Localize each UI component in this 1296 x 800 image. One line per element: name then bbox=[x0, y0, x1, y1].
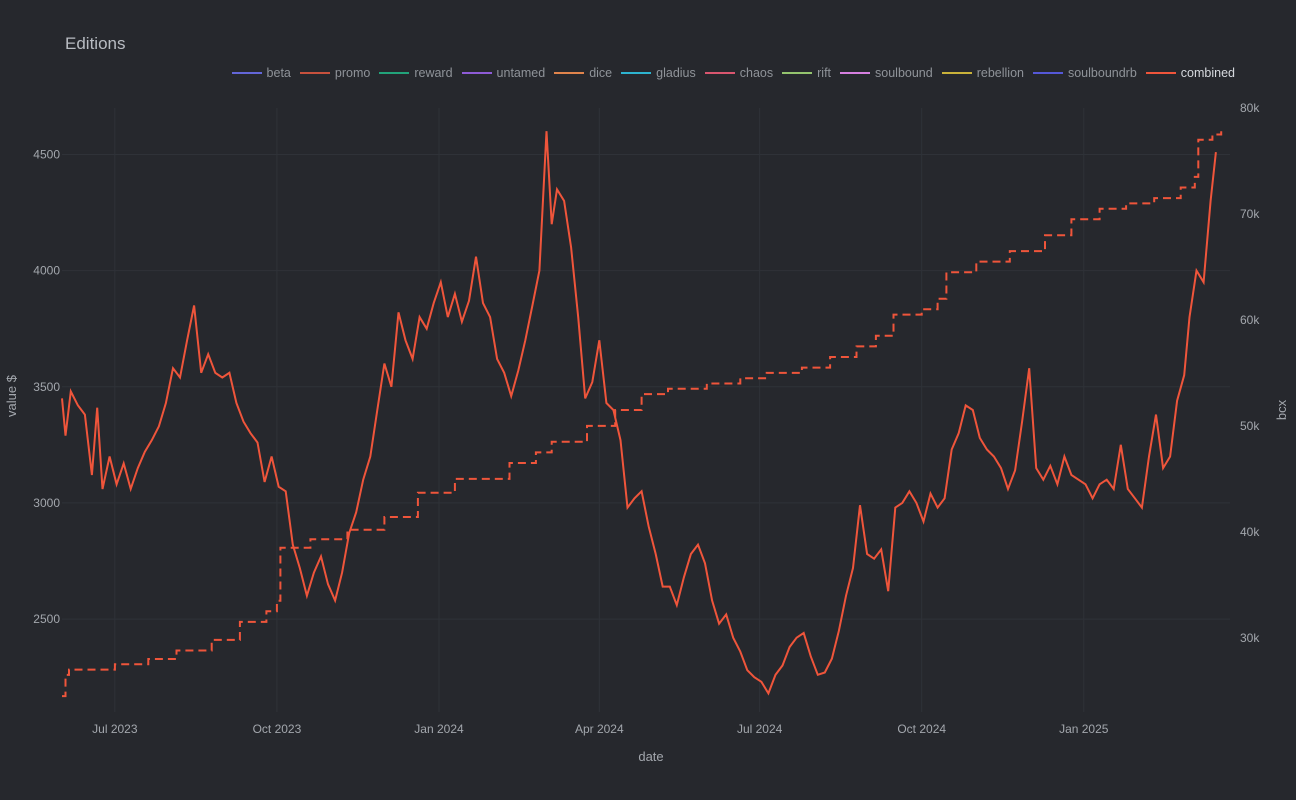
series-line-combined-bcx bbox=[62, 129, 1223, 698]
x-axis-title: date bbox=[638, 749, 663, 764]
legend-item-rift[interactable]: rift bbox=[782, 66, 831, 80]
legend-item-combined[interactable]: combined bbox=[1145, 66, 1235, 80]
legend-swatch bbox=[704, 72, 735, 74]
legend-item-untamed[interactable]: untamed bbox=[461, 66, 546, 80]
x-tick-label: Jan 2024 bbox=[414, 722, 464, 736]
y-tick-label: 4000 bbox=[33, 264, 60, 278]
legend-label: combined bbox=[1180, 66, 1235, 80]
x-tick-label: Jul 2023 bbox=[92, 722, 138, 736]
legend-label: reward bbox=[414, 66, 453, 80]
legend-swatch bbox=[231, 72, 262, 74]
y2-tick-label: 40k bbox=[1240, 525, 1260, 539]
x-tick-label: Jan 2025 bbox=[1059, 722, 1109, 736]
x-tick-label: Apr 2024 bbox=[575, 722, 624, 736]
legend-label: beta bbox=[266, 66, 291, 80]
y-tick-label: 3000 bbox=[33, 496, 60, 510]
series-layer bbox=[61, 129, 1223, 698]
chart-root: 2500 3000 3500 4000 4500 30k 40k 50k 60k 70k 80k Ju… bbox=[0, 0, 1296, 800]
legend-item-reward[interactable]: reward bbox=[379, 66, 453, 80]
y2-tick-label: 30k bbox=[1240, 631, 1260, 645]
chart-canvas: 2500 3000 3500 4000 4500 30k 40k 50k 60k 70k 80k Ju… bbox=[4, 101, 1289, 764]
legend-swatch bbox=[1032, 72, 1063, 74]
legend-swatch bbox=[782, 72, 813, 74]
legend-item-rebellion[interactable]: rebellion bbox=[941, 66, 1024, 80]
legend-label: gladius bbox=[656, 66, 696, 80]
y2-tick-label: 70k bbox=[1240, 207, 1260, 221]
y2-tick-label: 60k bbox=[1240, 313, 1260, 327]
legend-label: promo bbox=[334, 66, 371, 80]
legend-label: dice bbox=[589, 66, 613, 80]
legend-item-beta[interactable]: beta bbox=[231, 66, 291, 80]
y-tick-label: 2500 bbox=[33, 612, 60, 626]
legend-swatch bbox=[554, 72, 585, 74]
y-axis-title: value $ bbox=[4, 374, 19, 417]
legend-swatch bbox=[379, 72, 410, 74]
legend-label: untamed bbox=[496, 66, 546, 80]
legend-label: rift bbox=[817, 66, 832, 80]
y2-tick-label: 50k bbox=[1240, 419, 1260, 433]
series-line-combined-value bbox=[61, 131, 1217, 696]
y2-axis-title: bcx bbox=[1274, 399, 1289, 420]
y-tick-label: 3500 bbox=[33, 380, 60, 394]
legend-item-soulbound[interactable]: soulbound bbox=[840, 66, 933, 80]
y2-tick-label: 80k bbox=[1240, 101, 1260, 115]
legend-swatch bbox=[461, 72, 492, 74]
legend-label: chaos bbox=[739, 66, 774, 80]
legend-swatch bbox=[840, 72, 871, 74]
chart-title: Editions bbox=[65, 34, 126, 53]
x-tick-label: Oct 2023 bbox=[253, 722, 302, 736]
legend-swatch bbox=[621, 72, 652, 74]
legend-item-soulboundrb[interactable]: soulboundrb bbox=[1032, 66, 1137, 80]
legend-swatch bbox=[299, 72, 330, 74]
legend-item-chaos[interactable]: chaos bbox=[704, 66, 774, 80]
legend: beta promo reward untamed dice gladius chaos ri… bbox=[231, 66, 1235, 80]
grid bbox=[62, 108, 1230, 712]
legend-item-gladius[interactable]: gladius bbox=[621, 66, 696, 80]
legend-item-promo[interactable]: promo bbox=[299, 66, 371, 80]
legend-label: soulbound bbox=[875, 66, 933, 80]
legend-label: soulboundrb bbox=[1067, 66, 1137, 80]
x-tick-label: Jul 2024 bbox=[737, 722, 783, 736]
legend-swatch bbox=[941, 72, 972, 74]
y-tick-label: 4500 bbox=[33, 147, 60, 161]
legend-label: rebellion bbox=[976, 66, 1024, 80]
x-tick-label: Oct 2024 bbox=[897, 722, 946, 736]
legend-item-dice[interactable]: dice bbox=[554, 66, 612, 80]
legend-swatch bbox=[1145, 72, 1176, 74]
